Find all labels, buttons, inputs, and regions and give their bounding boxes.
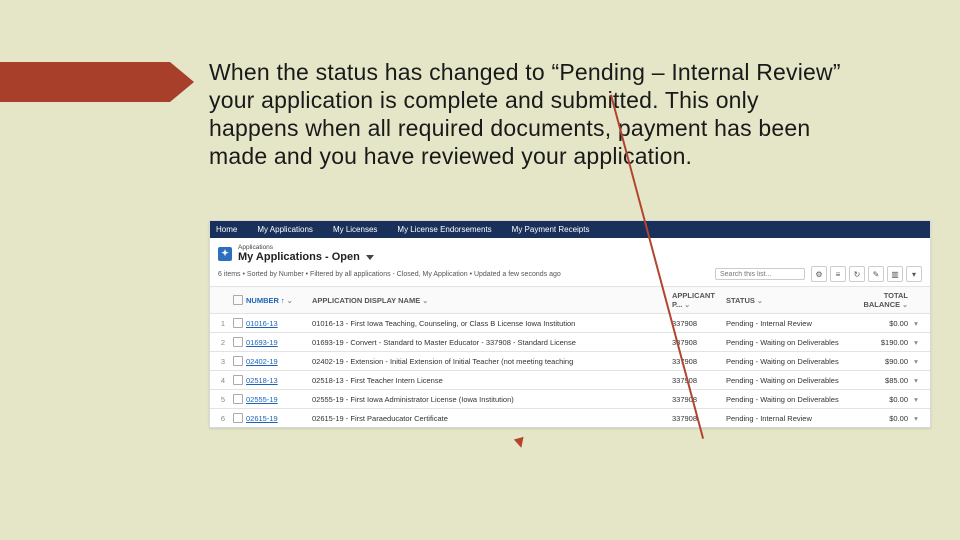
top-nav: Home My Applications My Licenses My License… xyxy=(210,221,930,238)
toolbar: ⚙≡↻✎▥▾ xyxy=(811,266,922,282)
row-index: 4 xyxy=(216,376,230,385)
select-all-checkbox[interactable] xyxy=(233,295,243,305)
row-action-menu[interactable]: ▾ xyxy=(908,395,924,404)
chevron-down-icon: ⌄ xyxy=(757,297,763,305)
row-balance: $190.00 xyxy=(858,338,908,347)
row-display-name: 02555-19 - First Iowa Administrator Lice… xyxy=(312,395,672,404)
row-display-name: 01016-13 - First Iowa Teaching, Counseli… xyxy=(312,319,672,328)
chevron-down-icon: ⌄ xyxy=(902,301,908,309)
callout-arrow-head xyxy=(514,437,526,449)
row-action-menu[interactable]: ▾ xyxy=(908,357,924,366)
search-input[interactable] xyxy=(715,268,805,280)
row-display-name: 01693-19 - Convert - Standard to Master … xyxy=(312,338,672,347)
nav-item[interactable]: Home xyxy=(216,225,237,234)
row-action-menu[interactable]: ▾ xyxy=(908,319,924,328)
row-applicant: 337908 xyxy=(672,395,726,404)
row-balance: $85.00 xyxy=(858,376,908,385)
table-row: 3 02402-1902402-19 - Extension - Initial … xyxy=(210,351,930,370)
filter-summary: 6 items • Sorted by Number • Filtered by… xyxy=(218,271,715,278)
dropdown-triangle-icon xyxy=(366,255,374,260)
row-balance: $0.00 xyxy=(858,395,908,404)
apps-small-label: Applications xyxy=(238,244,374,251)
row-number-link[interactable]: 02555-19 xyxy=(246,395,312,404)
row-checkbox[interactable] xyxy=(233,394,243,404)
row-applicant: 337908 xyxy=(672,319,726,328)
row-checkbox[interactable] xyxy=(233,337,243,347)
list-icon[interactable]: ≡ xyxy=(830,266,846,282)
app-logo-icon: ✦ xyxy=(218,247,232,261)
row-display-name: 02402-19 - Extension - Initial Extension… xyxy=(312,357,672,366)
row-status: Pending - Waiting on Deliverables xyxy=(726,338,858,347)
row-number-link[interactable]: 01016-13 xyxy=(246,319,312,328)
row-display-name: 02615-19 - First Paraeducator Certificat… xyxy=(312,414,672,423)
table-row: 5 02555-1902555-19 - First Iowa Administr… xyxy=(210,389,930,408)
row-status: Pending - Waiting on Deliverables xyxy=(726,395,858,404)
list-subheader: 6 items • Sorted by Number • Filtered by… xyxy=(210,266,930,286)
row-index: 2 xyxy=(216,338,230,347)
row-balance: $90.00 xyxy=(858,357,908,366)
accent-chevron xyxy=(170,62,194,102)
col-applicant[interactable]: APPLICANT P...⌄ xyxy=(672,291,726,309)
row-action-menu[interactable]: ▾ xyxy=(908,414,924,423)
table-row: 4 02518-1302518-13 - First Teacher Intern… xyxy=(210,370,930,389)
row-index: 1 xyxy=(216,319,230,328)
list-title[interactable]: My Applications - Open xyxy=(238,251,374,263)
col-number[interactable]: NUMBER ↑⌄ xyxy=(246,296,312,305)
col-balance[interactable]: TOTAL BALANCE⌄ xyxy=(858,291,908,309)
table-header: NUMBER ↑⌄ APPLICATION DISPLAY NAME⌄ APPL… xyxy=(210,286,930,313)
row-checkbox[interactable] xyxy=(233,375,243,385)
row-number-link[interactable]: 02402-19 xyxy=(246,357,312,366)
row-display-name: 02518-13 - First Teacher Intern License xyxy=(312,376,672,385)
row-status: Pending - Waiting on Deliverables xyxy=(726,376,858,385)
row-checkbox[interactable] xyxy=(233,318,243,328)
table-row: 1 01016-1301016-13 - First Iowa Teaching,… xyxy=(210,313,930,332)
refresh-icon[interactable]: ↻ xyxy=(849,266,865,282)
row-number-link[interactable]: 02615-19 xyxy=(246,414,312,423)
col-status[interactable]: STATUS⌄ xyxy=(726,296,858,305)
row-checkbox[interactable] xyxy=(233,413,243,423)
row-index: 5 xyxy=(216,395,230,404)
instruction-text: When the status has changed to “Pending … xyxy=(209,58,846,170)
row-balance: $0.00 xyxy=(858,319,908,328)
row-balance: $0.00 xyxy=(858,414,908,423)
row-number-link[interactable]: 02518-13 xyxy=(246,376,312,385)
nav-item[interactable]: My Payment Receipts xyxy=(512,225,590,234)
list-title-text: My Applications - Open xyxy=(238,251,360,263)
filter-icon[interactable]: ▾ xyxy=(906,266,922,282)
row-applicant: 337908 xyxy=(672,376,726,385)
col-display-name[interactable]: APPLICATION DISPLAY NAME⌄ xyxy=(312,296,672,305)
chevron-down-icon: ⌄ xyxy=(287,297,293,305)
nav-item[interactable]: My License Endorsements xyxy=(397,225,491,234)
chevron-down-icon: ⌄ xyxy=(684,301,690,309)
chevron-down-icon: ⌄ xyxy=(422,297,428,305)
edit-icon[interactable]: ✎ xyxy=(868,266,884,282)
nav-item[interactable]: My Applications xyxy=(257,225,313,234)
row-status: Pending - Internal Review xyxy=(726,319,858,328)
row-status: Pending - Waiting on Deliverables xyxy=(726,357,858,366)
table-row: 6 02615-1902615-19 - First Paraeducator C… xyxy=(210,408,930,427)
row-action-menu[interactable]: ▾ xyxy=(908,338,924,347)
list-header: ✦ Applications My Applications - Open xyxy=(210,238,930,266)
row-applicant: 337908 xyxy=(672,338,726,347)
row-number-link[interactable]: 01693-19 xyxy=(246,338,312,347)
row-action-menu[interactable]: ▾ xyxy=(908,376,924,385)
chart-icon[interactable]: ▥ xyxy=(887,266,903,282)
row-index: 6 xyxy=(216,414,230,423)
nav-item[interactable]: My Licenses xyxy=(333,225,377,234)
table-row: 2 01693-1901693-19 - Convert - Standard t… xyxy=(210,332,930,351)
row-index: 3 xyxy=(216,357,230,366)
gear-icon[interactable]: ⚙ xyxy=(811,266,827,282)
row-checkbox[interactable] xyxy=(233,356,243,366)
accent-bar xyxy=(0,62,170,102)
row-status: Pending - Internal Review xyxy=(726,414,858,423)
screenshot-panel: Home My Applications My Licenses My License… xyxy=(209,220,931,428)
